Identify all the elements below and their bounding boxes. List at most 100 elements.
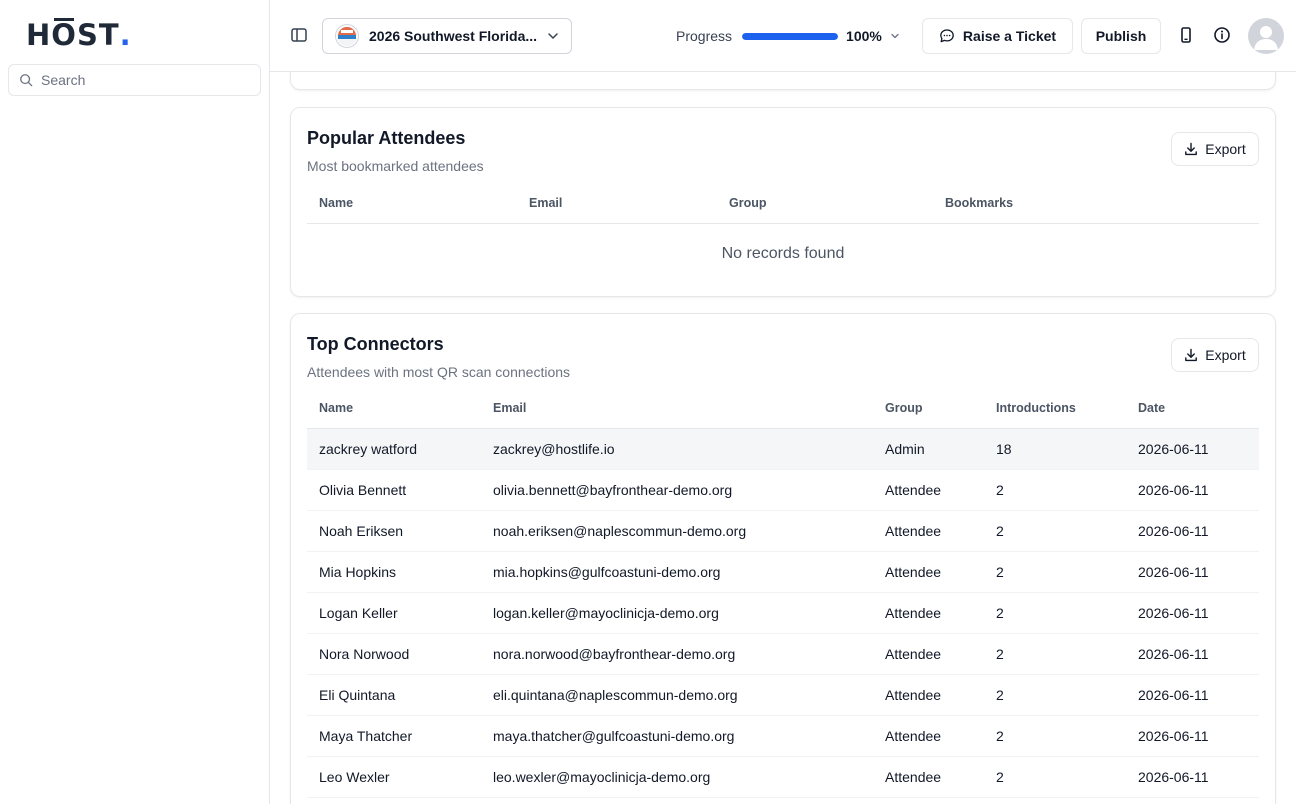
previous-card xyxy=(290,72,1276,90)
cell-group: Attendee xyxy=(873,469,984,511)
raise-ticket-label: Raise a Ticket xyxy=(962,28,1057,44)
cell-email: eli.quintana@naplescommun-demo.org xyxy=(481,674,873,716)
column-header-bookmarks[interactable]: Bookmarks xyxy=(933,183,1259,224)
cell-introductions: 2 xyxy=(984,715,1126,757)
cell-group: Attendee xyxy=(873,674,984,716)
download-icon xyxy=(1185,348,1198,362)
top-bar: 2026 Southwest Florida... Progress 100% … xyxy=(270,0,1296,72)
table-header-row: Name Email Group Introductions Date xyxy=(307,388,1259,429)
cell-date: 2026-06-11 xyxy=(1126,469,1259,511)
cell-name: Maya Thatcher xyxy=(307,715,481,757)
column-header-group[interactable]: Group xyxy=(873,388,984,429)
cell-email: maya.thatcher@gulfcoastuni-demo.org xyxy=(481,715,873,757)
cell-name: Olivia Bennett xyxy=(307,469,481,511)
table-row[interactable]: Noah Eriksen noah.eriksen@naplescommun-d… xyxy=(307,510,1259,552)
event-logo-icon xyxy=(335,24,359,48)
column-header-date[interactable]: Date xyxy=(1126,388,1259,429)
cell-introductions: 2 xyxy=(984,510,1126,552)
table-row[interactable]: Leo Wexler leo.wexler@mayoclinicja-demo.… xyxy=(307,756,1259,798)
column-header-name[interactable]: Name xyxy=(307,183,517,224)
column-header-name[interactable]: Name xyxy=(307,388,481,429)
cell-email: noah.eriksen@naplescommun-demo.org xyxy=(481,510,873,552)
cell-introductions: 2 xyxy=(984,551,1126,593)
cell-date: 2026-06-11 xyxy=(1126,551,1259,593)
raise-ticket-button[interactable]: Raise a Ticket xyxy=(922,18,1073,54)
column-header-email[interactable]: Email xyxy=(517,183,717,224)
column-header-email[interactable]: Email xyxy=(481,388,873,429)
top-connectors-card: Top Connectors Attendees with most QR sc… xyxy=(290,313,1276,804)
empty-state-text: No records found xyxy=(721,245,845,262)
progress-value: 100% xyxy=(846,28,882,44)
cell-email: logan.keller@mayoclinicja-demo.org xyxy=(481,592,873,634)
popular-attendees-card: Popular Attendees Most bookmarked attend… xyxy=(290,107,1276,297)
logo-letter-h: H xyxy=(26,18,52,52)
table-row[interactable]: Logan Keller logan.keller@mayoclinicja-d… xyxy=(307,592,1259,634)
cell-name: Logan Keller xyxy=(307,592,481,634)
cell-name: zackrey watford xyxy=(307,428,481,470)
publish-button[interactable]: Publish xyxy=(1081,18,1161,54)
sidebar-toggle-icon[interactable] xyxy=(290,26,308,44)
cell-email: olivia.bennett@bayfronthear-demo.org xyxy=(481,469,873,511)
cell-email: zackrey@hostlife.io xyxy=(481,428,873,470)
column-header-introductions[interactable]: Introductions xyxy=(984,388,1126,429)
mobile-preview-icon[interactable] xyxy=(1177,26,1195,44)
cell-date: 2026-06-11 xyxy=(1126,674,1259,716)
publish-label: Publish xyxy=(1095,28,1147,44)
card-subtitle: Most bookmarked attendees xyxy=(307,158,484,174)
info-icon[interactable] xyxy=(1213,26,1231,44)
table-row[interactable]: Mia Hopkins mia.hopkins@gulfcoastuni-dem… xyxy=(307,551,1259,593)
column-header-group[interactable]: Group xyxy=(717,183,933,224)
export-label: Export xyxy=(1205,141,1246,157)
cell-group: Attendee xyxy=(873,551,984,593)
download-icon xyxy=(1185,142,1198,156)
cell-group: Attendee xyxy=(873,510,984,552)
event-name: 2026 Southwest Florida... xyxy=(369,28,538,44)
cell-introductions: 2 xyxy=(984,633,1126,675)
cell-date: 2026-06-11 xyxy=(1126,592,1259,634)
cell-email: nora.norwood@bayfronthear-demo.org xyxy=(481,633,873,675)
table-header-row: Name Email Group Bookmarks xyxy=(307,183,1259,224)
cell-date: 2026-06-11 xyxy=(1126,633,1259,675)
cell-name: Mia Hopkins xyxy=(307,551,481,593)
card-subtitle: Attendees with most QR scan connections xyxy=(307,364,571,380)
cell-date: 2026-06-11 xyxy=(1126,715,1259,757)
table-row[interactable]: Olivia Bennett olivia.bennett@bayfronthe… xyxy=(307,469,1259,511)
cell-introductions: 18 xyxy=(984,428,1126,470)
host-logo[interactable]: H O ST. xyxy=(26,18,132,52)
cell-group: Attendee xyxy=(873,592,984,634)
table-row[interactable]: Eli Quintana eli.quintana@naplescommun-d… xyxy=(307,674,1259,716)
search-input[interactable] xyxy=(41,72,241,88)
search-box[interactable] xyxy=(8,64,261,96)
top-connectors-table: Name Email Group Introductions Date zack… xyxy=(307,388,1259,798)
export-label: Export xyxy=(1205,347,1246,363)
sidebar: H O ST. xyxy=(0,0,270,804)
search-icon xyxy=(20,74,33,87)
cell-group: Attendee xyxy=(873,756,984,798)
export-button[interactable]: Export xyxy=(1171,132,1259,166)
user-avatar-icon xyxy=(1254,26,1278,50)
progress-bar-fill xyxy=(742,32,839,40)
cell-group: Attendee xyxy=(873,633,984,675)
chevron-down-icon xyxy=(548,33,558,39)
main-content[interactable]: Popular Attendees Most bookmarked attend… xyxy=(270,72,1296,804)
cell-email: mia.hopkins@gulfcoastuni-demo.org xyxy=(481,551,873,593)
card-title: Top Connectors xyxy=(307,334,444,354)
table-row[interactable]: Maya Thatcher maya.thatcher@gulfcoastuni… xyxy=(307,715,1259,757)
logo-letters-st: ST xyxy=(76,18,120,52)
progress-indicator[interactable]: Progress 100% xyxy=(676,27,900,45)
cell-name: Noah Eriksen xyxy=(307,510,481,552)
table-row[interactable]: zackrey watford zackrey@hostlife.io Admi… xyxy=(307,428,1259,470)
table-row[interactable]: Nora Norwood nora.norwood@bayfronthear-d… xyxy=(307,633,1259,675)
cell-name: Eli Quintana xyxy=(307,674,481,716)
logo-letter-o: O xyxy=(51,18,77,52)
cell-date: 2026-06-11 xyxy=(1126,756,1259,798)
cell-name: Nora Norwood xyxy=(307,633,481,675)
avatar[interactable] xyxy=(1248,18,1284,54)
event-selector[interactable]: 2026 Southwest Florida... xyxy=(322,18,572,54)
progress-label: Progress xyxy=(676,28,733,44)
export-button[interactable]: Export xyxy=(1171,338,1259,372)
cell-group: Admin xyxy=(873,428,984,470)
cell-email: leo.wexler@mayoclinicja-demo.org xyxy=(481,756,873,798)
chat-bubble-icon xyxy=(940,29,954,43)
cell-group: Attendee xyxy=(873,715,984,757)
